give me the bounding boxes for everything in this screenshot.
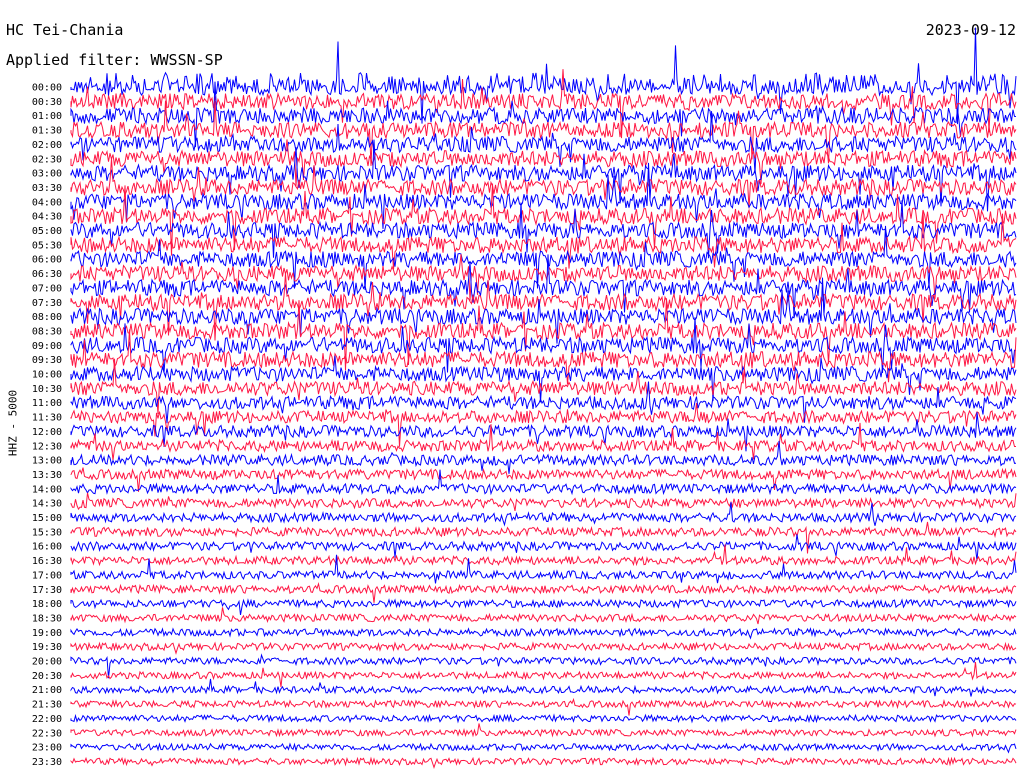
seismic-trace [70,27,1017,125]
row-time-label: 09:30 [32,355,62,366]
row-time-label: 20:30 [32,671,62,682]
row-time-label: 11:00 [32,398,62,409]
row-time-label: 12:30 [32,441,62,452]
row-time-label: 04:30 [32,212,62,223]
row-time-label: 00:30 [32,97,62,108]
row-time-label: 05:30 [32,240,62,251]
row-time-label: 08:00 [32,312,62,323]
seismic-trace [70,81,1017,148]
seismic-trace [70,254,1017,317]
seismic-trace [70,521,1017,554]
helicorder-plot: 00:00 00:30 01:00 01:30 02:00 02:30 03:00 03:30… [32,27,1017,769]
row-time-label: 02:00 [32,140,62,151]
row-time-label: 10:30 [32,384,62,395]
seismic-trace [70,723,1017,738]
row-time-label: 14:00 [32,484,62,495]
row-time-label: 07:30 [32,298,62,309]
row-time-label: 13:30 [32,470,62,481]
row-time-label: 06:30 [32,269,62,280]
row-time-label: 21:00 [32,685,62,696]
row-time-label: 23:30 [32,757,62,768]
seismic-trace [70,697,1017,716]
seismic-trace [70,277,1017,344]
row-time-label: 04:00 [32,197,62,208]
seismic-trace [70,598,1017,615]
row-time-label: 05:00 [32,226,62,237]
row-time-label: 02:30 [32,154,62,165]
row-time-label: 09:00 [32,341,62,352]
row-time-label: 14:30 [32,499,62,510]
row-time-label: 16:00 [32,542,62,553]
row-time-label: 16:30 [32,556,62,567]
row-time-label: 18:30 [32,613,62,624]
row-time-label: 03:00 [32,169,62,180]
row-time-label: 03:30 [32,183,62,194]
seismic-trace [70,403,1017,447]
seismic-trace [70,756,1017,769]
seismic-trace [70,713,1017,724]
row-time-label: 13:00 [32,456,62,467]
row-time-label: 07:00 [32,283,62,294]
seismic-trace [70,158,1017,209]
row-time-label: 01:30 [32,126,62,137]
seismic-trace [70,641,1017,655]
row-time-label: 00:00 [32,83,62,94]
row-time-label: 19:30 [32,642,62,653]
row-time-label: 17:00 [32,570,62,581]
row-time-label: 22:00 [32,714,62,725]
seismic-trace [70,534,1017,561]
row-time-label: 20:00 [32,657,62,668]
row-time-label: 15:00 [32,513,62,524]
seismic-trace [70,139,1017,212]
seismic-trace [70,662,1017,688]
row-time-label: 15:30 [32,527,62,538]
row-time-label: 08:30 [32,326,62,337]
seismic-trace [70,200,1017,259]
seismic-trace [70,627,1017,640]
row-time-label: 19:00 [32,628,62,639]
row-time-label: 01:00 [32,111,62,122]
seismic-trace [70,607,1017,625]
row-time-label: 06:00 [32,255,62,266]
seismic-trace [70,678,1017,697]
seismic-trace [70,742,1017,754]
row-time-label: 22:30 [32,728,62,739]
row-time-label: 12:00 [32,427,62,438]
row-time-label: 11:30 [32,413,62,424]
seismic-trace [70,225,1017,290]
row-time-label: 18:00 [32,599,62,610]
row-time-label: 23:00 [32,743,62,754]
seismic-trace [70,492,1017,512]
row-time-label: 10:00 [32,370,62,381]
row-time-label: 17:30 [32,585,62,596]
row-time-label: 21:30 [32,700,62,711]
